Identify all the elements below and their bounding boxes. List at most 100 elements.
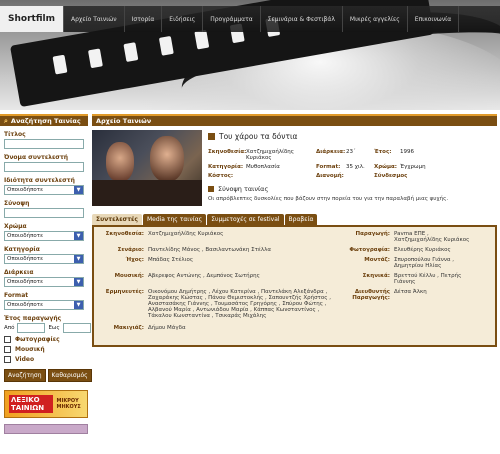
chevron-down-icon: ▼ <box>74 255 83 263</box>
cost-key: Κόστος: <box>208 173 234 179</box>
year-to-input[interactable] <box>62 323 91 333</box>
credit-value[interactable]: Δήμου Μάγδα <box>148 325 334 331</box>
search-sidebar-title: Αναζήτηση Ταινίας <box>10 117 81 125</box>
synopsis-label: Σύνοψη <box>4 200 30 207</box>
credit-key: Μακιγιάζ: <box>113 325 144 331</box>
square-bullet-icon <box>208 186 214 192</box>
movie-info: Του χάρου τα δόντια Σκηνοθεσία: Χατζημιχ… <box>202 130 497 208</box>
link-key: Σύνδεσμος <box>374 173 408 179</box>
role-label: Ιδιότητα συντελεστή <box>4 177 75 184</box>
main-nav: Shortfilm Αρχείο Ταινιών Ιστορία Ειδήσει… <box>0 6 500 32</box>
credits-panel: Σκηνοθεσία: Χατζημιχαήλίδης Κυριάκος Παρ… <box>92 225 497 347</box>
checkbox[interactable] <box>4 346 11 353</box>
check-video[interactable]: Video <box>4 356 84 363</box>
nav-item-classifieds[interactable]: Μικρές αγγελίες <box>343 6 408 32</box>
credit-key-2: Φωτογραφία: <box>349 247 390 253</box>
role-select[interactable]: Οποιοδήποτε ▼ <box>4 185 84 195</box>
cost-value <box>246 173 316 179</box>
nav-item-programs[interactable]: Προγράμματα <box>203 6 261 32</box>
check-music-label: Μουσική <box>15 346 45 353</box>
credit-key: Σενάριο: <box>117 247 144 253</box>
link-value <box>400 173 440 179</box>
format-select-value: Οποιοδήποτε <box>7 302 44 308</box>
role-select-value: Οποιοδήποτε <box>7 187 44 193</box>
tab-credits[interactable]: Συντελεστές <box>92 214 142 225</box>
creator-input[interactable] <box>4 162 84 172</box>
lexicon-banner[interactable]: ΛΕΞΙΚΟ ΤΑΙΝΙΩΝ ΜΙΚΡΟΥ ΜΗΚΟΥΣ <box>4 390 88 418</box>
distribution-value <box>346 173 374 179</box>
banner-main-text: ΛΕΞΙΚΟ ΤΑΙΝΙΩΝ <box>9 395 54 413</box>
tab-festivals[interactable]: Συμμετοχές σε festival <box>207 214 284 225</box>
credit-key: Ήχος: <box>125 257 144 263</box>
credit-key-2: Σκηνικά: <box>362 273 390 279</box>
credit-value-2[interactable]: Σπυροπούλου Γιάννα , Δημητρίου Ηλίας <box>394 257 478 269</box>
credit-row: Μουσική: Αβερεφος Αντώνης , Δεμπόνος Σωτ… <box>98 273 491 285</box>
checkbox[interactable] <box>4 356 11 363</box>
duration-value: 23΄ <box>346 149 356 155</box>
site-logo[interactable]: Shortfilm <box>0 6 64 32</box>
credit-value-2[interactable]: Ελευθέρης Κυριάκος <box>394 247 478 253</box>
duration-select-value: Οποιοδήποτε <box>7 279 44 285</box>
color-value: Έγχρωμη <box>400 164 426 170</box>
format-label: Format <box>4 292 29 299</box>
year-from-input[interactable] <box>17 323 46 333</box>
search-button[interactable]: Αναζήτηση <box>4 369 46 382</box>
chevron-down-icon: ▼ <box>74 186 83 194</box>
checkbox[interactable] <box>4 336 11 343</box>
synopsis-text: Οι απρόβλεπτες δυσκολίες που βάζουν στην… <box>208 196 449 202</box>
title-label: Τίτλος <box>4 131 26 138</box>
check-music[interactable]: Μουσική <box>4 346 84 353</box>
nav-item-seminars[interactable]: Σεμινάρια & Φεστιβάλ <box>261 6 343 32</box>
nav-item-archive[interactable]: Αρχείο Ταινιών <box>64 6 125 32</box>
square-bullet-icon <box>208 133 215 140</box>
main-section-header: Αρχείο Ταινιών <box>92 114 497 126</box>
clear-button[interactable]: Καθαρισμός <box>47 369 92 382</box>
movie-still-image <box>92 130 202 206</box>
duration-select[interactable]: Οποιοδήποτε ▼ <box>4 277 84 287</box>
credit-value[interactable]: Οικονόμου Δημήτρης , Λέχου Κατερίνα , Πα… <box>148 289 334 319</box>
category-label: Κατηγορία <box>4 246 40 253</box>
tab-media[interactable]: Media της ταινίας <box>142 214 207 225</box>
credit-value[interactable]: Παντελίδης Μάνος , Βασιλαντωνάκη Στέλλα <box>148 247 334 253</box>
nav-item-contact[interactable]: Επικοινωνία <box>408 6 460 32</box>
category-select[interactable]: Οποιοδήποτε ▼ <box>4 254 84 264</box>
duration-key: Διάρκεια: <box>316 149 346 155</box>
search-sidebar-header: ⌕ Αναζήτηση Ταινίας <box>0 114 88 126</box>
check-photos[interactable]: Φωτογραφίες <box>4 336 84 343</box>
check-video-label: Video <box>15 356 35 363</box>
secondary-banner[interactable] <box>4 424 88 434</box>
credit-row: Μακιγιάζ: Δήμου Μάγδα <box>98 325 491 331</box>
credit-value[interactable]: Μπάδας Στέλιος <box>148 257 334 269</box>
color-select-value: Οποιοδήποτε <box>7 233 44 239</box>
title-input[interactable] <box>4 139 84 149</box>
check-photos-label: Φωτογραφίες <box>15 336 60 343</box>
category-key: Κατηγορία: <box>208 164 244 170</box>
chevron-down-icon: ▼ <box>74 232 83 240</box>
credit-value-2[interactable]: Pavma ΕΠΕ , Χατζημιχαήλίδης Κυριάκος <box>394 231 478 243</box>
search-sidebar: ⌕ Αναζήτηση Ταινίας Τίτλος Όνομα συντελε… <box>0 114 92 454</box>
format-value: 35 χιλ. <box>346 164 365 170</box>
header-banner: Shortfilm Αρχείο Ταινιών Ιστορία Ειδήσει… <box>0 0 500 110</box>
credit-row: Σενάριο: Παντελίδης Μάνος , Βασιλαντωνάκ… <box>98 247 491 253</box>
creator-label: Όνομα συντελεστή <box>4 154 69 161</box>
credit-key-2: Παραγωγή: <box>355 231 391 237</box>
credit-value-2[interactable]: Βρεττού Κέλλυ , Πετρής Γιάννης <box>394 273 478 285</box>
year-key: Έτος: <box>374 149 392 155</box>
credit-value-2[interactable]: Δέτσα Άλκη <box>394 289 478 319</box>
nav-item-news[interactable]: Ειδήσεις <box>162 6 204 32</box>
distribution-key: Διανομή: <box>316 173 344 179</box>
director-key: Σκηνοθεσία: <box>208 149 247 155</box>
synopsis-title: Σύνοψη ταινίας <box>218 185 269 193</box>
nav-item-history[interactable]: Ιστορία <box>125 6 163 32</box>
format-key: Format: <box>316 164 341 170</box>
tab-awards[interactable]: Βραβεία <box>284 214 318 225</box>
duration-label: Διάρκεια <box>4 269 34 276</box>
credit-key: Μουσική: <box>114 273 144 279</box>
synopsis-input[interactable] <box>4 208 84 218</box>
credit-key-2: Διευθυντής Παραγωγής: <box>352 289 390 301</box>
credit-value[interactable]: Χατζημιχαήλίδης Κυριάκος <box>148 231 334 243</box>
credit-value[interactable]: Αβερεφος Αντώνης , Δεμπόνος Σωτήρης <box>148 273 334 285</box>
color-select[interactable]: Οποιοδήποτε ▼ <box>4 231 84 241</box>
year-range: Από Εως <box>4 323 91 333</box>
format-select[interactable]: Οποιοδήποτε ▼ <box>4 300 84 310</box>
